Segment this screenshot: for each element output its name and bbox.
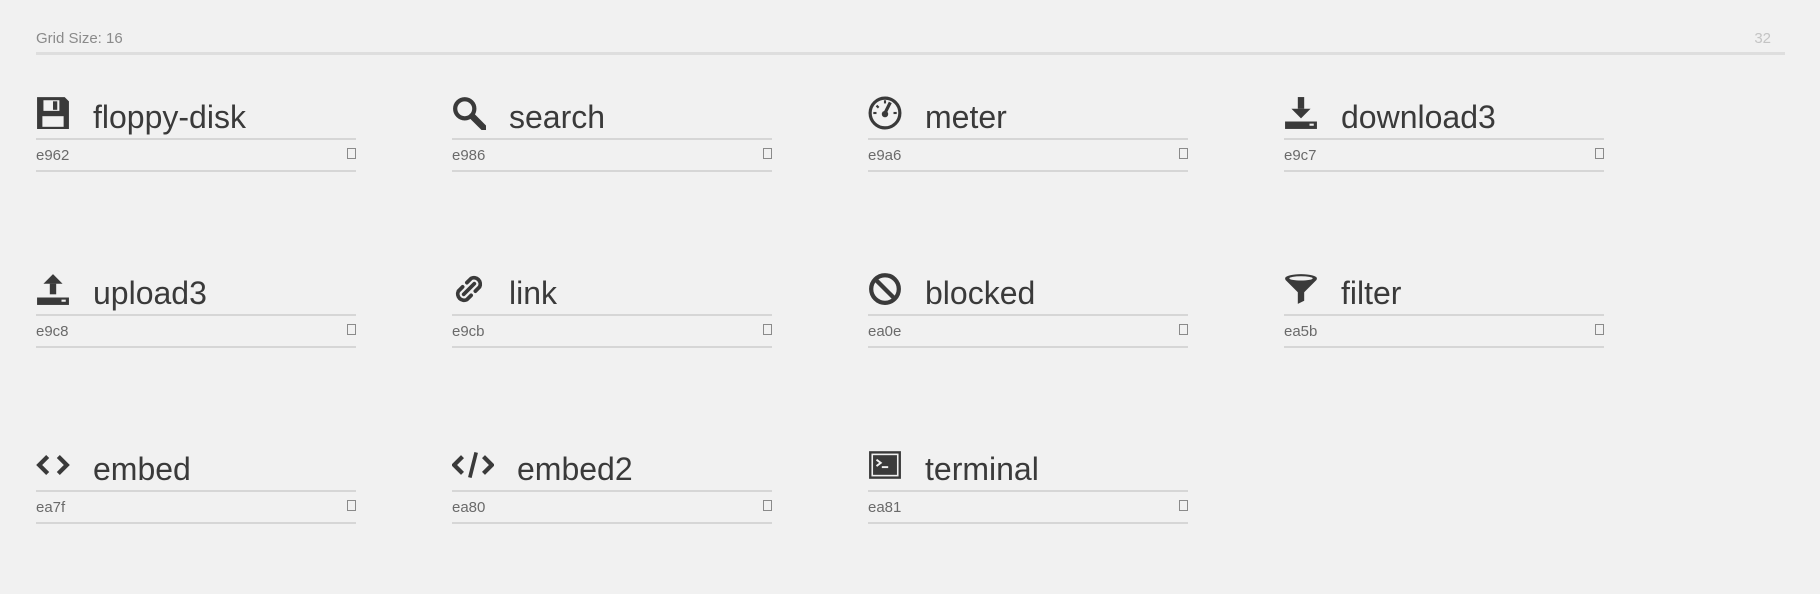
- glyph-card-terminal[interactable]: terminal ea81: [868, 445, 1188, 535]
- glyph-char-box[interactable]: [1595, 148, 1604, 159]
- glyph-card-link[interactable]: link e9cb: [452, 269, 772, 359]
- glyph-name: download3: [1341, 99, 1496, 135]
- glyph-card-embed[interactable]: embed ea7f: [36, 445, 356, 535]
- glyph-char-box[interactable]: [347, 148, 356, 159]
- glyph-char-box[interactable]: [763, 148, 772, 159]
- glyph-code[interactable]: e9c8: [36, 323, 69, 340]
- glyph-char-box[interactable]: [1179, 324, 1188, 335]
- glyph-name: meter: [925, 99, 1007, 135]
- glyph-code[interactable]: ea5b: [1284, 323, 1317, 340]
- floppy-disk-icon: [36, 96, 70, 130]
- grid-size-value[interactable]: 32: [1754, 30, 1771, 47]
- glyph-char-box[interactable]: [1179, 148, 1188, 159]
- glyph-char-box[interactable]: [1179, 500, 1188, 511]
- grid-size-header: Grid Size: 16 32: [36, 28, 1785, 55]
- glyph-name: search: [509, 99, 606, 135]
- glyph-card-download3[interactable]: download3 e9c7: [1284, 93, 1604, 183]
- download3-icon: [1284, 96, 1318, 130]
- glyph-code[interactable]: ea80: [452, 499, 485, 516]
- glyph-char-box[interactable]: [347, 324, 356, 335]
- meter-icon: [868, 96, 902, 130]
- glyph-name: filter: [1341, 275, 1402, 311]
- glyph-code[interactable]: ea81: [868, 499, 901, 516]
- glyph-char-box[interactable]: [763, 324, 772, 335]
- glyph-code[interactable]: ea7f: [36, 499, 65, 516]
- terminal-icon: [868, 448, 902, 482]
- glyph-name: blocked: [925, 275, 1036, 311]
- glyph-code[interactable]: e9a6: [868, 147, 901, 164]
- glyph-code[interactable]: e962: [36, 147, 69, 164]
- glyph-card-floppy-disk[interactable]: floppy-disk e962: [36, 93, 356, 183]
- glyph-code[interactable]: e986: [452, 147, 485, 164]
- link-icon: [452, 272, 486, 306]
- glyph-card-embed2[interactable]: embed2 ea80: [452, 445, 772, 535]
- embed2-icon: [452, 448, 494, 482]
- glyph-card-upload3[interactable]: upload3 e9c8: [36, 269, 356, 359]
- filter-icon: [1284, 272, 1318, 306]
- glyph-char-box[interactable]: [1595, 324, 1604, 335]
- grid-size-label: Grid Size: 16: [36, 30, 123, 47]
- embed-icon: [36, 448, 70, 482]
- glyph-card-search[interactable]: search e986: [452, 93, 772, 183]
- glyph-name: link: [509, 275, 558, 311]
- glyph-card-filter[interactable]: filter ea5b: [1284, 269, 1604, 359]
- glyph-card-blocked[interactable]: blocked ea0e: [868, 269, 1188, 359]
- blocked-icon: [868, 272, 902, 306]
- glyph-char-box[interactable]: [347, 500, 356, 511]
- glyph-name: embed: [93, 451, 191, 487]
- search-icon: [452, 96, 486, 130]
- glyph-code[interactable]: e9c7: [1284, 147, 1317, 164]
- glyph-name: upload3: [93, 275, 207, 311]
- glyph-name: embed2: [517, 451, 633, 487]
- upload3-icon: [36, 272, 70, 306]
- glyph-card-meter[interactable]: meter e9a6: [868, 93, 1188, 183]
- glyph-name: floppy-disk: [93, 99, 246, 135]
- glyph-name: terminal: [925, 451, 1039, 487]
- glyph-char-box[interactable]: [763, 500, 772, 511]
- glyph-code[interactable]: ea0e: [868, 323, 901, 340]
- glyph-code[interactable]: e9cb: [452, 323, 485, 340]
